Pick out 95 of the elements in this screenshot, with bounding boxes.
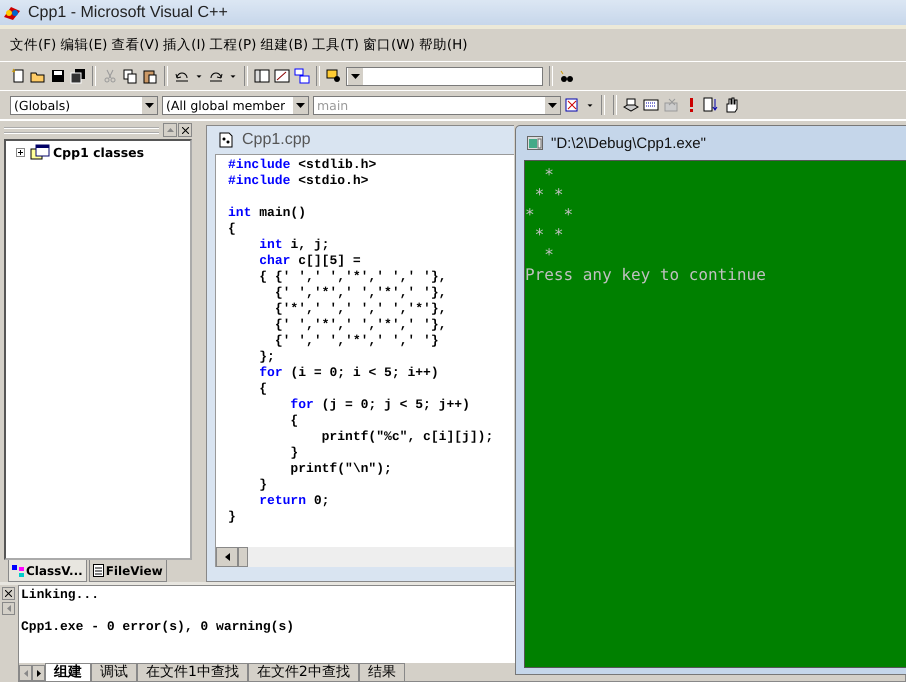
code-text: {' ','*',' ','*',' '}, — [274, 317, 446, 332]
windows-icon[interactable] — [294, 68, 310, 84]
output-tab[interactable]: 结果 — [358, 663, 405, 681]
horizontal-scrollbar[interactable] — [215, 547, 514, 567]
code-keyword: for — [290, 397, 314, 412]
dropdown-arrow-icon — [548, 102, 557, 108]
code-text: { — [259, 381, 268, 396]
app-logo-icon — [2, 4, 22, 20]
output-line: Cpp1.exe - 0 error(s), 0 warning(s) — [21, 619, 294, 634]
class-wizard-icon[interactable] — [623, 97, 639, 113]
code-keyword: char — [259, 253, 290, 268]
menu-item[interactable]: 组建(B) — [260, 36, 308, 54]
compile-icon[interactable] — [643, 97, 659, 113]
code-keyword: #include — [228, 157, 290, 172]
code-text: { — [290, 413, 298, 428]
code-text: } — [290, 445, 298, 460]
workspace-tab[interactable]: FileView — [88, 560, 167, 582]
output-tab[interactable]: 调试 — [91, 663, 137, 681]
left-arrow-icon — [24, 670, 28, 676]
close-icon — [182, 126, 188, 134]
menu-item[interactable]: 文件(F) — [10, 36, 56, 54]
close-button[interactable] — [2, 587, 15, 600]
code-text: } — [259, 477, 268, 492]
tab-scroll-right-button[interactable] — [32, 665, 45, 681]
menu-item[interactable]: 工程(P) — [210, 36, 256, 54]
classes-icon — [30, 144, 50, 160]
menu-item[interactable]: 帮助(H) — [418, 36, 468, 54]
menu-item[interactable]: 插入(I) — [163, 36, 206, 54]
right-arrow-icon — [36, 670, 40, 676]
output-window-icon[interactable] — [274, 68, 290, 84]
menu-item[interactable]: 工具(T) — [312, 36, 359, 54]
class-view-icon — [12, 564, 24, 576]
console-window-icon — [527, 136, 543, 150]
code-text: (i = 0; i < 5; i++) — [290, 365, 439, 380]
go-to-icon[interactable] — [703, 97, 719, 113]
menu-item[interactable]: 查看(V) — [111, 36, 160, 54]
code-text: (j = 0; j < 5; j++) — [322, 397, 470, 412]
scroll-thumb[interactable] — [238, 547, 248, 567]
tree-item[interactable]: Cpp1 classes — [53, 144, 144, 160]
code-keyword: #include — [228, 173, 290, 188]
workspace-icon[interactable] — [254, 68, 270, 84]
paste-icon[interactable] — [142, 68, 158, 84]
code-text: i, j; — [290, 237, 330, 252]
code-keyword: return — [259, 493, 306, 508]
document-title: Cpp1.cpp — [242, 131, 310, 149]
code-text: 0; — [314, 493, 330, 508]
code-text: {' ',' ','*',' ',' '} — [274, 333, 439, 348]
new-file-icon[interactable] — [10, 68, 26, 84]
code-keyword: int — [259, 237, 283, 252]
source-file-icon — [219, 132, 233, 148]
close-icon — [5, 590, 12, 597]
find-in-files-icon[interactable] — [326, 68, 342, 84]
close-button[interactable] — [178, 123, 192, 137]
window-title: Cpp1 - Microsoft Visual C++ — [28, 4, 228, 22]
code-text: { {' ',' ','*',' ',' '}, — [259, 269, 446, 284]
code-text: { — [228, 221, 236, 236]
code-keyword: for — [259, 365, 283, 380]
panel-gripper[interactable] — [4, 126, 159, 134]
code-text: <stdio.h> — [298, 173, 368, 188]
left-arrow-icon — [6, 605, 10, 612]
dropdown-arrow-icon — [351, 74, 360, 78]
dropdown-field[interactable]: (Globals) — [10, 96, 158, 114]
code-text: printf("\n"); — [290, 461, 392, 476]
code-keyword: int — [228, 205, 252, 220]
scroll-left-button[interactable] — [216, 547, 238, 567]
workspace-tab[interactable]: ClassV... — [8, 560, 87, 582]
console-title: "D:\2\Debug\Cpp1.exe" — [551, 134, 706, 152]
dropdown-arrow-icon — [145, 102, 154, 108]
copy-icon[interactable] — [122, 68, 138, 84]
output-line: Linking... — [21, 587, 100, 602]
save-all-icon[interactable] — [70, 68, 86, 84]
up-arrow-icon — [166, 128, 174, 132]
code-text: }; — [259, 349, 275, 364]
output-tab[interactable]: 组建 — [45, 663, 91, 681]
menu-item[interactable]: 窗口(W) — [362, 36, 415, 54]
menu-item[interactable]: 编辑(E) — [60, 36, 108, 54]
code-text: <stdlib.h> — [298, 157, 376, 172]
expand-toggle-icon[interactable] — [16, 148, 25, 156]
code-text: {'*',' ',' ',' ','*'}, — [274, 301, 446, 316]
code-text: printf("%c", c[i][j]); — [322, 429, 494, 444]
output-tab[interactable]: 在文件1中查找 — [137, 663, 248, 681]
code-text: main() — [259, 205, 306, 220]
find-combo[interactable] — [346, 66, 543, 86]
dropdown-field[interactable]: (All global member — [162, 96, 309, 114]
code-text: {' ','*',' ','*',' '}, — [274, 285, 446, 300]
code-editor[interactable] — [215, 154, 514, 547]
binoculars-icon[interactable] — [559, 68, 575, 84]
code-text: } — [228, 509, 236, 524]
document-icon — [92, 564, 104, 577]
console-text: * * * * * * * * Press any key to continue — [525, 165, 766, 285]
code-text: c[][5] = — [298, 253, 361, 268]
dropdown-arrow-icon — [296, 102, 305, 108]
output-tab[interactable]: 在文件2中查找 — [248, 663, 359, 681]
left-arrow-icon — [224, 553, 230, 561]
save-icon[interactable] — [50, 68, 66, 84]
